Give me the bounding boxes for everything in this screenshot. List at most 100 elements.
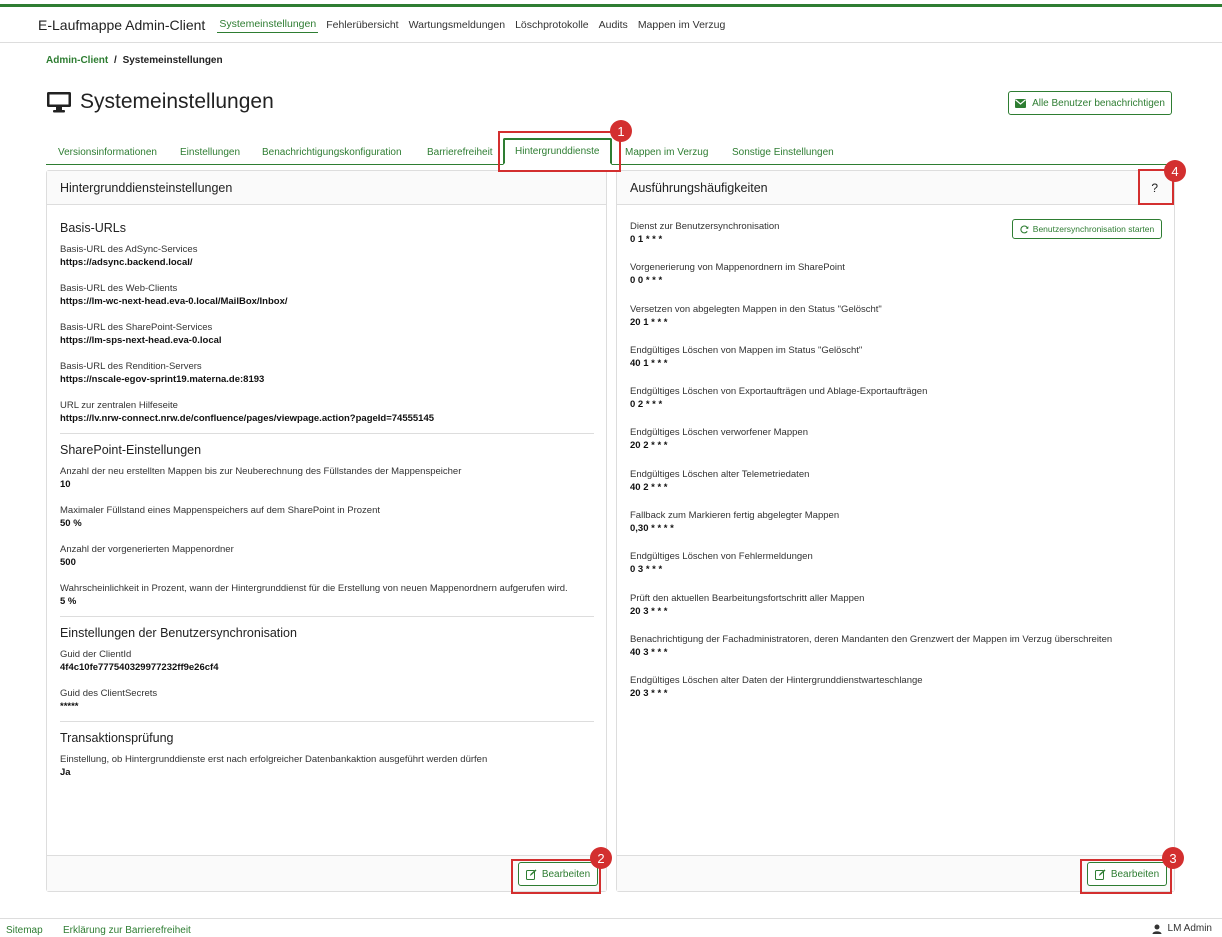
job-row: Endgültiges Löschen alter Telemetriedate… — [630, 469, 1162, 510]
refresh-icon — [1020, 224, 1029, 233]
tab-mappen-im-verzug[interactable]: Mappen im Verzug — [623, 140, 710, 165]
annotation-box-1 — [498, 131, 621, 172]
user-menu[interactable]: LM Admin — [1152, 923, 1212, 934]
section-title-transaction-check: Transaktionsprüfung — [60, 731, 174, 745]
field-value: 4f4c10fe777540329977232ff9e26cf4 — [60, 662, 219, 673]
job-cron: 0 0 * * * — [630, 275, 663, 287]
annotation-badge-3: 3 — [1162, 847, 1184, 869]
job-cron: 20 1 * * * — [630, 316, 668, 328]
section-divider — [60, 721, 594, 722]
job-label: Benachrichtigung der Fachadministratoren… — [630, 633, 1113, 645]
page-title: Systemeinstellungen — [46, 90, 274, 114]
tab-barrierefreiheit[interactable]: Barrierefreiheit — [425, 140, 495, 165]
envelope-icon — [1015, 98, 1027, 108]
footer-sitemap-link[interactable]: Sitemap — [6, 925, 43, 936]
tab-versionsinformationen[interactable]: Versionsinformationen — [56, 140, 159, 165]
job-row: Prüft den aktuellen Bearbeitungsfortschr… — [630, 593, 1162, 634]
field-label: Einstellung, ob Hintergrunddienste erst … — [60, 754, 488, 765]
tab-benachrichtigungskonfiguration[interactable]: Benachrichtigungskonfiguration — [260, 140, 404, 165]
nav-systemeinstellungen[interactable]: Systemeinstellungen — [217, 16, 319, 33]
user-icon — [1152, 924, 1162, 934]
nav-fehleruebersicht[interactable]: Fehlerübersicht — [324, 17, 400, 33]
job-label: Endgültiges Löschen von Fehlermeldungen — [630, 551, 813, 563]
job-label: Prüft den aktuellen Bearbeitungsfortschr… — [630, 592, 865, 604]
user-name: LM Admin — [1167, 923, 1212, 934]
job-label: Endgültiges Löschen verworfener Mappen — [630, 427, 808, 439]
field-label: Basis-URL des AdSync-Services — [60, 244, 198, 255]
job-row: Endgültiges Löschen von Exportaufträgen … — [630, 386, 1162, 427]
job-cron: 20 3 * * * — [630, 605, 668, 617]
section-divider — [60, 433, 594, 434]
notify-all-users-button[interactable]: Alle Benutzer benachrichtigen — [1008, 91, 1172, 115]
section-title-user-sync: Einstellungen der Benutzersynchronisatio… — [60, 626, 297, 640]
footer-accessibility-link[interactable]: Erklärung zur Barrierefreiheit — [63, 925, 191, 936]
field-label: Guid der ClientId — [60, 649, 132, 660]
job-cron: 20 2 * * * — [630, 440, 668, 452]
breadcrumb-separator: / — [114, 55, 117, 66]
annotation-badge-2: 2 — [590, 847, 612, 869]
field-value: https://lm-sps-next-head.eva-0.local — [60, 335, 222, 346]
nav-mappen-im-verzug[interactable]: Mappen im Verzug — [636, 17, 728, 33]
tab-sonstige-einstellungen[interactable]: Sonstige Einstellungen — [730, 140, 836, 165]
job-cron: 0 2 * * * — [630, 399, 663, 411]
field-label: Wahrscheinlichkeit in Prozent, wann der … — [60, 583, 568, 594]
monitor-icon — [47, 92, 71, 113]
tab-einstellungen[interactable]: Einstellungen — [178, 140, 242, 165]
annotation-box-3 — [1080, 859, 1172, 894]
job-cron: 20 3 * * * — [630, 688, 668, 700]
notify-all-users-label: Alle Benutzer benachrichtigen — [1032, 97, 1165, 109]
field-label: URL zur zentralen Hilfeseite — [60, 400, 178, 411]
job-row: Endgültiges Löschen verworfener Mappen 2… — [630, 427, 1162, 468]
job-row: Dienst zur Benutzersynchronisation 0 1 *… — [630, 219, 1162, 262]
start-user-sync-label: Benutzersynchronisation starten — [1032, 224, 1155, 234]
background-services-settings-body: Basis-URLs Basis-URL des AdSync-Services… — [60, 221, 594, 793]
field-value: https://adsync.backend.local/ — [60, 257, 193, 268]
job-row: Endgültiges Löschen alter Daten der Hint… — [630, 675, 1162, 716]
app-brand[interactable]: E-Laufmappe Admin-Client — [38, 17, 205, 33]
job-row: Versetzen von abgelegten Mappen in den S… — [630, 304, 1162, 345]
job-row: Fallback zum Markieren fertig abgelegter… — [630, 510, 1162, 551]
breadcrumb-root-link[interactable]: Admin-Client — [46, 55, 108, 66]
section-divider — [60, 616, 594, 617]
breadcrumb: Admin-Client / Systemeinstellungen — [46, 55, 223, 66]
job-label: Endgültiges Löschen alter Daten der Hint… — [630, 675, 923, 687]
nav-audits[interactable]: Audits — [597, 17, 630, 33]
breadcrumb-current: Systemeinstellungen — [122, 55, 223, 66]
page-footer: Sitemap Erklärung zur Barrierefreiheit L… — [0, 918, 1222, 937]
field-value: https://lv.nrw-connect.nrw.de/confluence… — [60, 413, 435, 424]
job-cron: 40 2 * * * — [630, 481, 668, 493]
section-title-sharepoint: SharePoint-Einstellungen — [60, 443, 202, 457]
field-label: Anzahl der vorgenerierten Mappenordner — [60, 544, 234, 555]
background-services-settings-card: Hintergrunddiensteinstellungen Basis-URL… — [46, 170, 607, 892]
job-label: Versetzen von abgelegten Mappen in den S… — [630, 303, 882, 315]
top-navbar: E-Laufmappe Admin-Client Systemeinstellu… — [0, 7, 1222, 43]
annotation-box-2 — [511, 859, 601, 894]
job-cron: 40 1 * * * — [630, 357, 668, 369]
job-row: Endgültiges Löschen von Mappen im Status… — [630, 345, 1162, 386]
field-label: Basis-URL des SharePoint-Services — [60, 322, 213, 333]
section-title-basis-urls: Basis-URLs — [60, 221, 126, 235]
field-label: Anzahl der neu erstellten Mappen bis zur… — [60, 466, 462, 477]
job-cron: 0 3 * * * — [630, 564, 663, 576]
job-cron: 40 3 * * * — [630, 646, 668, 658]
job-label: Endgültiges Löschen von Exportaufträgen … — [630, 386, 928, 398]
annotation-badge-1: 1 — [610, 120, 632, 142]
job-label: Vorgenerierung von Mappenordnern im Shar… — [630, 262, 845, 274]
job-label: Fallback zum Markieren fertig abgelegter… — [630, 510, 840, 522]
field-value: Ja — [60, 767, 71, 778]
annotation-badge-4: 4 — [1164, 160, 1186, 182]
field-value: ***** — [60, 701, 79, 712]
job-row: Endgültiges Löschen von Fehlermeldungen … — [630, 551, 1162, 592]
nav-wartungsmeldungen[interactable]: Wartungsmeldungen — [407, 17, 508, 33]
page-title-text: Systemeinstellungen — [80, 90, 274, 113]
field-value: 10 — [60, 479, 71, 490]
field-value: 5 % — [60, 596, 77, 607]
field-label: Guid des ClientSecrets — [60, 688, 158, 699]
job-label: Endgültiges Löschen von Mappen im Status… — [630, 344, 863, 356]
background-services-settings-header: Hintergrunddiensteinstellungen — [47, 171, 606, 205]
job-row: Vorgenerierung von Mappenordnern im Shar… — [630, 262, 1162, 303]
job-row: Benachrichtigung der Fachadministratoren… — [630, 634, 1162, 675]
start-user-sync-button[interactable]: Benutzersynchronisation starten — [1012, 219, 1162, 239]
job-cron: 0,30 * * * * — [630, 523, 674, 535]
nav-loeschprotokolle[interactable]: Löschprotokolle — [513, 17, 591, 33]
